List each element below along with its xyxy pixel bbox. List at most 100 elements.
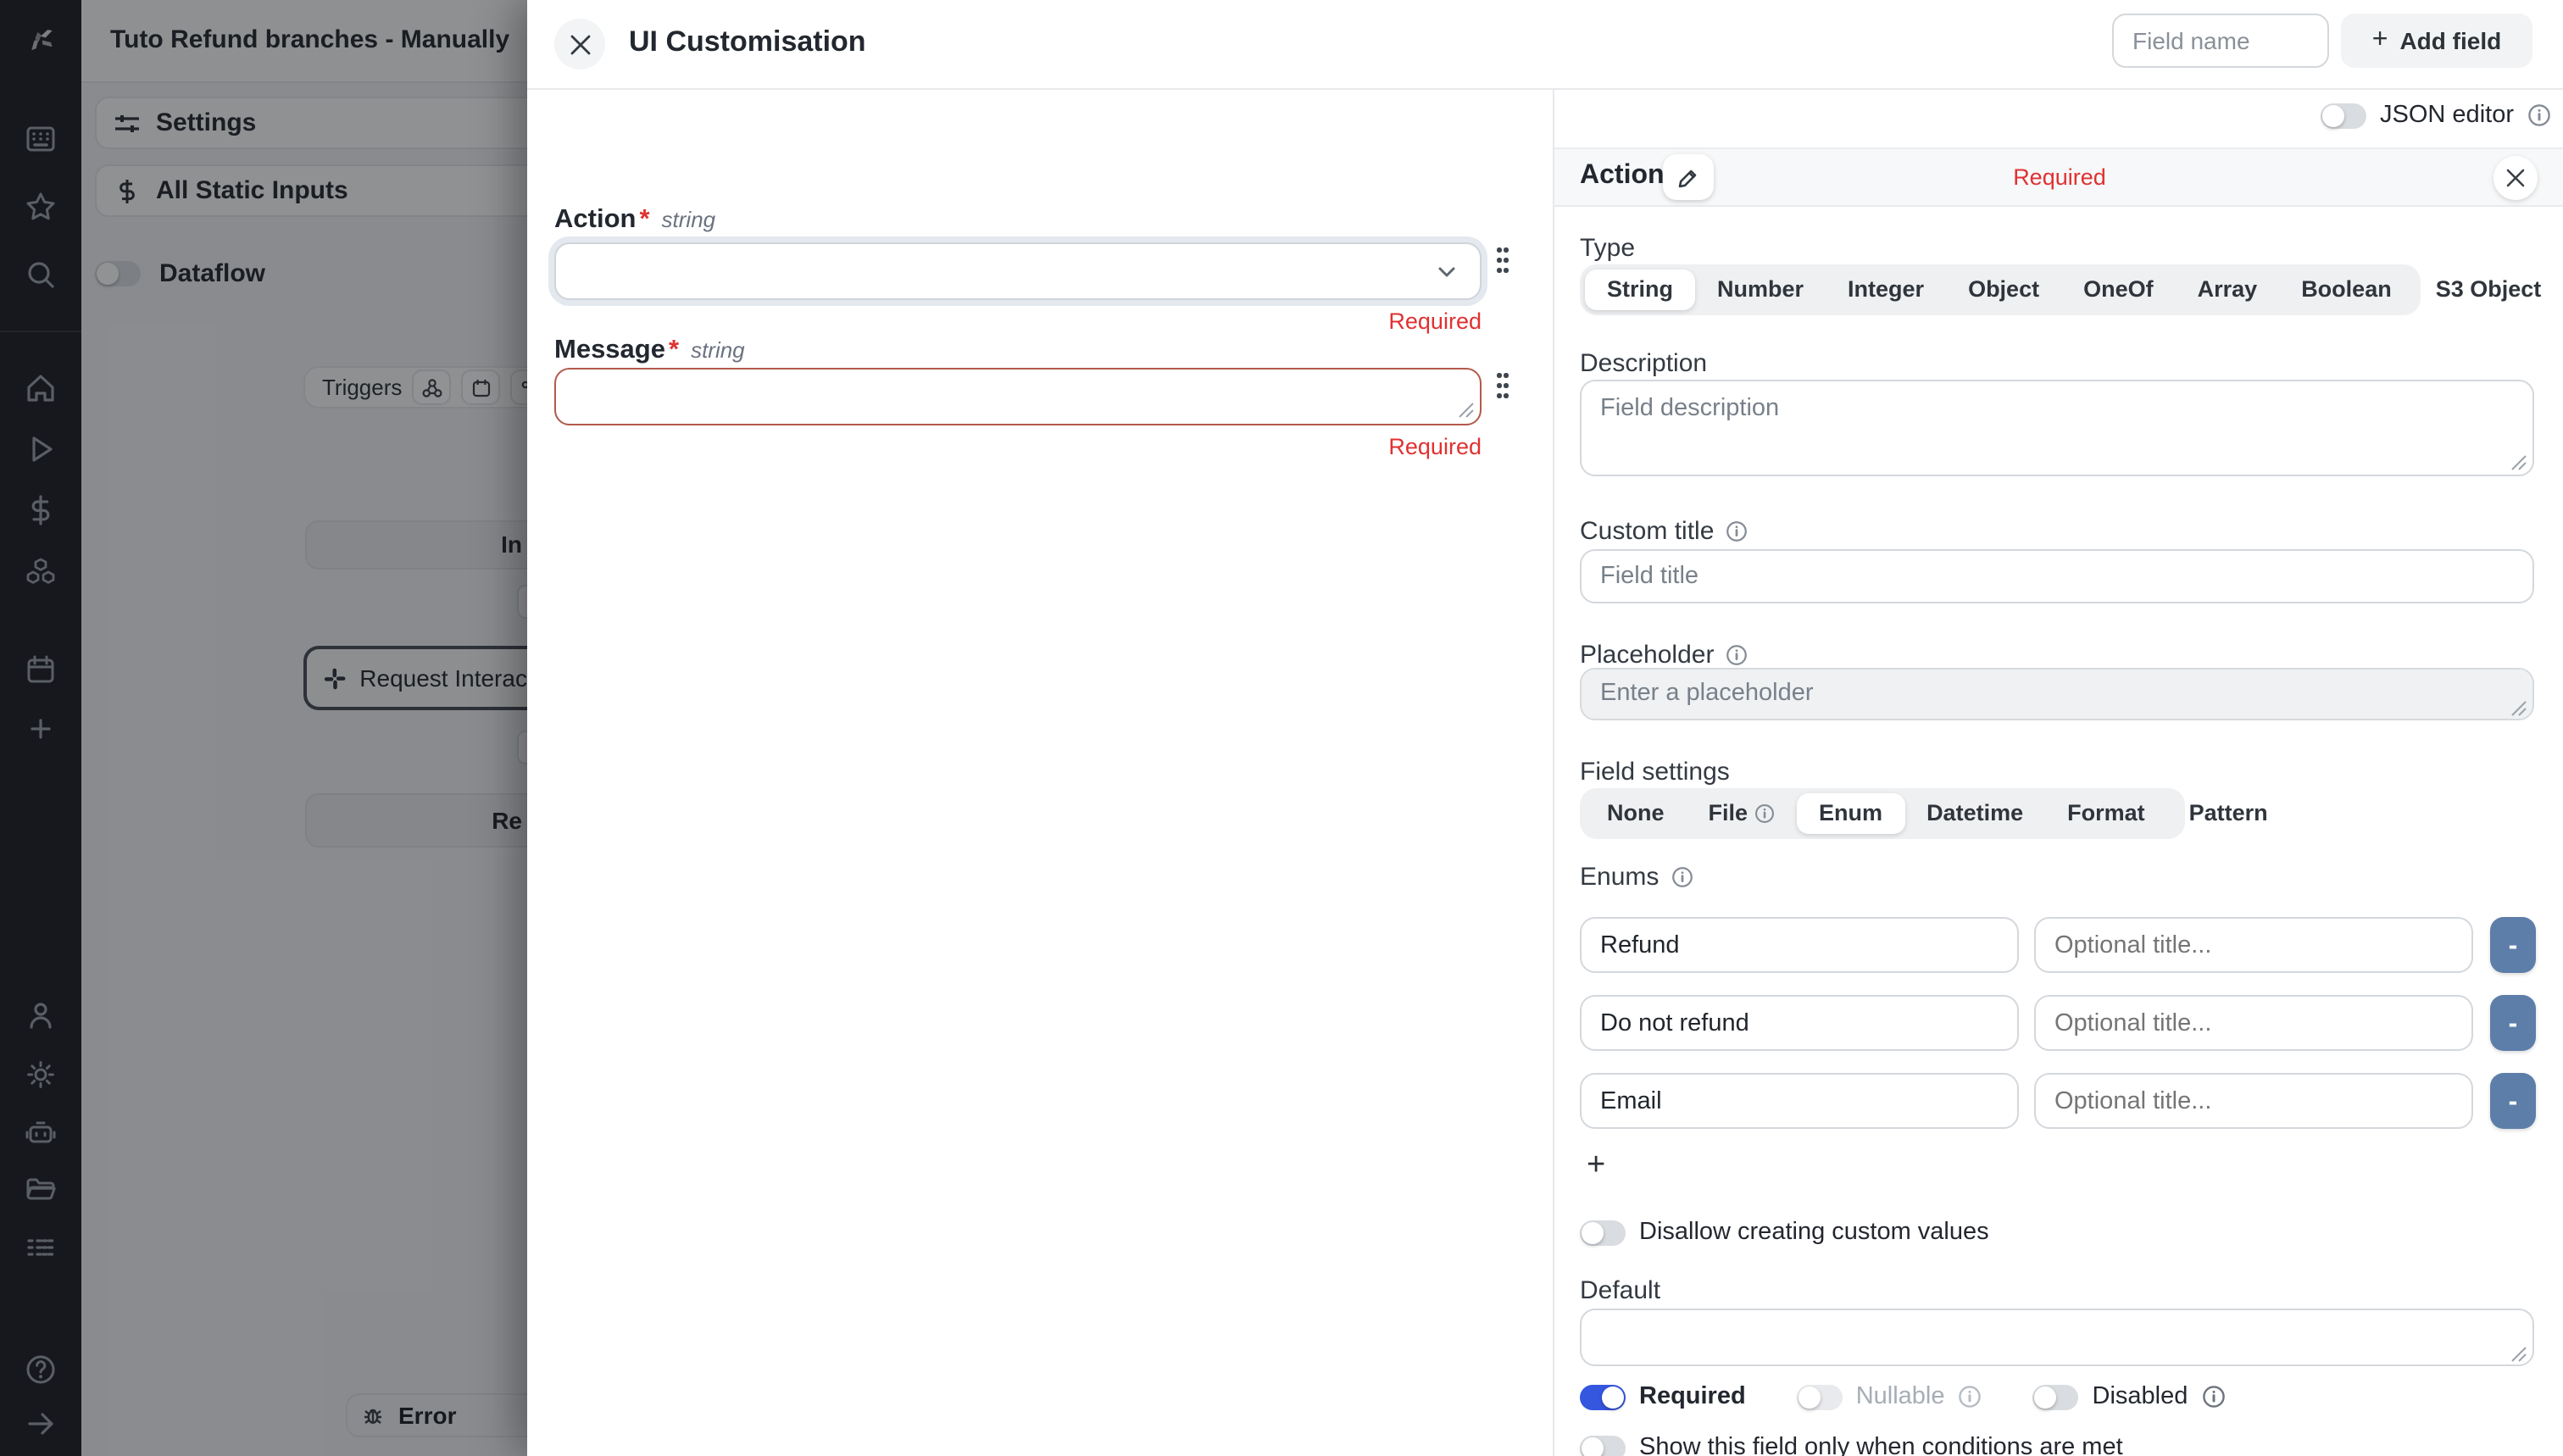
disallow-custom-values-toggle[interactable] <box>1580 1220 1626 1245</box>
info-icon <box>1754 803 1775 824</box>
type-label: Type <box>1580 234 1635 263</box>
json-editor-toggle[interactable] <box>2321 103 2366 128</box>
info-icon <box>1726 520 1748 542</box>
enums-label: Enums <box>1580 863 1693 892</box>
close-icon <box>569 33 591 55</box>
modal-title: UI Customisation <box>629 25 866 59</box>
disabled-toggle-label: Disabled <box>2093 1383 2188 1410</box>
custom-title-label: Custom title <box>1580 517 1748 546</box>
add-field-button[interactable]: + Add field <box>2341 14 2532 68</box>
info-icon <box>2527 103 2551 127</box>
message-type-text: string <box>691 337 745 363</box>
placeholder-text: Placeholder <box>1580 641 1714 670</box>
ui-customisation-modal: UI Customisation + Add field Action* str… <box>527 0 2563 1456</box>
default-label: Default <box>1580 1276 1660 1305</box>
resize-handle-icon[interactable] <box>2510 454 2527 471</box>
message-field-label: Message* string <box>554 336 745 366</box>
remove-enum-button[interactable]: - <box>2490 995 2536 1051</box>
disallow-custom-values-label: Disallow creating custom values <box>1639 1219 1989 1246</box>
resize-handle-icon[interactable] <box>1458 402 1475 419</box>
disabled-toggle[interactable] <box>2033 1384 2079 1409</box>
enum-row: - <box>1580 1073 2539 1129</box>
modal-backdrop[interactable] <box>0 0 527 1456</box>
show-conditions-toggle[interactable] <box>1580 1435 1626 1456</box>
tab-file[interactable]: File <box>1687 793 1798 834</box>
action-select[interactable] <box>554 242 1482 300</box>
app-window: Tuto Refund branches - Manually Settings… <box>0 0 2563 1456</box>
message-label-text: Message <box>554 336 665 366</box>
description-textarea[interactable] <box>1580 380 2534 476</box>
show-conditions-label: Show this field only when conditions are… <box>1639 1434 2123 1456</box>
default-textarea[interactable] <box>1580 1309 2534 1366</box>
tab-array[interactable]: Array <box>2176 270 2280 310</box>
deselect-field-button[interactable] <box>2494 156 2538 200</box>
enum-value-input[interactable] <box>1580 917 2019 973</box>
resize-handle-icon[interactable] <box>2510 700 2527 717</box>
tab-boolean[interactable]: Boolean <box>2279 270 2414 310</box>
action-required-message: Required <box>554 308 1482 334</box>
drag-handle-icon[interactable] <box>1497 373 1512 403</box>
custom-title-text: Custom title <box>1580 517 1714 546</box>
required-toggle[interactable] <box>1580 1384 1626 1409</box>
add-field-label: Add field <box>2399 27 2501 54</box>
resize-handle-icon[interactable] <box>2510 1346 2527 1363</box>
field-settings-label: Field settings <box>1580 758 1730 786</box>
field-name-input[interactable] <box>2112 14 2329 68</box>
info-icon <box>1671 866 1693 888</box>
description-label: Description <box>1580 349 1707 378</box>
json-editor-row: JSON editor <box>2321 102 2551 129</box>
info-icon <box>2201 1385 2225 1409</box>
tab-file-label: File <box>1709 793 1749 834</box>
tab-s3-object[interactable]: S3 Object <box>2414 270 2563 310</box>
enum-row: - <box>1580 917 2539 973</box>
nullable-toggle-label: Nullable <box>1856 1383 1945 1410</box>
action-label-text: Action <box>554 205 636 236</box>
tab-number[interactable]: Number <box>1695 270 1826 310</box>
field-flags-row: Required Nullable Disabled <box>1580 1383 2225 1410</box>
enums-text: Enums <box>1580 863 1659 892</box>
required-toggle-label: Required <box>1639 1383 1746 1410</box>
drag-handle-icon[interactable] <box>1497 247 1512 278</box>
enum-title-input[interactable] <box>2034 1073 2473 1129</box>
required-asterisk: * <box>639 205 649 236</box>
modal-close-button[interactable] <box>554 19 605 69</box>
info-icon <box>1959 1385 1982 1409</box>
tab-pattern[interactable]: Pattern <box>2167 793 2290 834</box>
tab-string[interactable]: String <box>1585 270 1695 310</box>
tab-format[interactable]: Format <box>2045 793 2167 834</box>
message-required-message: Required <box>554 434 1482 459</box>
enum-value-input[interactable] <box>1580 1073 2019 1129</box>
tab-datetime[interactable]: Datetime <box>1904 793 2045 834</box>
message-textarea[interactable] <box>554 368 1482 425</box>
placeholder-textarea[interactable] <box>1580 668 2534 720</box>
json-editor-label: JSON editor <box>2380 102 2514 129</box>
action-type-text: string <box>662 207 716 232</box>
form-preview-pane: Action* string Required Message* string … <box>527 88 1553 1456</box>
remove-enum-button[interactable]: - <box>2490 917 2536 973</box>
chevron-down-icon <box>1434 259 1459 285</box>
placeholder-label: Placeholder <box>1580 641 1748 670</box>
selected-field-header: Action Required <box>1554 147 2563 207</box>
info-icon <box>1726 644 1748 666</box>
type-tabs: String Number Integer Object OneOf Array… <box>1580 264 2421 315</box>
screen: Tuto Refund branches - Manually Settings… <box>0 0 2563 1456</box>
close-icon <box>2505 168 2526 188</box>
field-required-status: Required <box>1554 164 2563 190</box>
enum-title-input[interactable] <box>2034 917 2473 973</box>
tab-object[interactable]: Object <box>1946 270 2061 310</box>
add-enum-button[interactable]: + <box>1587 1148 1605 1185</box>
custom-title-input[interactable] <box>1580 549 2534 603</box>
tab-enum[interactable]: Enum <box>1797 793 1904 834</box>
enum-title-input[interactable] <box>2034 995 2473 1051</box>
field-editor-pane: JSON editor Action Required Type String … <box>1553 88 2563 1456</box>
enum-row: - <box>1580 995 2539 1051</box>
nullable-toggle[interactable] <box>1797 1384 1843 1409</box>
tab-integer[interactable]: Integer <box>1826 270 1946 310</box>
disallow-custom-values-row: Disallow creating custom values <box>1580 1219 1989 1246</box>
tab-oneof[interactable]: OneOf <box>2061 270 2176 310</box>
tab-none[interactable]: None <box>1585 793 1687 834</box>
required-asterisk: * <box>669 336 679 366</box>
plus-icon: + <box>2372 25 2388 56</box>
enum-value-input[interactable] <box>1580 995 2019 1051</box>
remove-enum-button[interactable]: - <box>2490 1073 2536 1129</box>
